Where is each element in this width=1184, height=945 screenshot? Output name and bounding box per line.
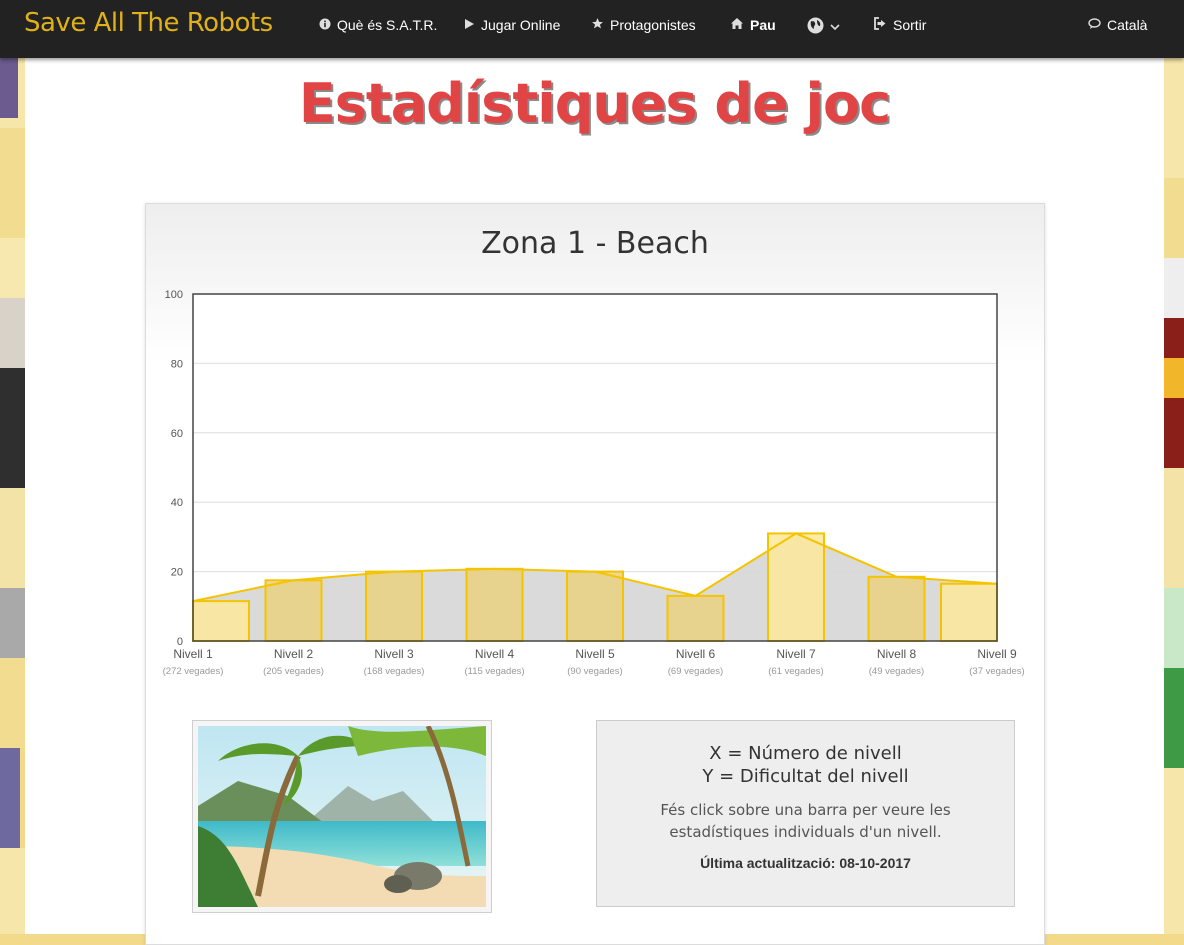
x-tick-label: Nivell 5	[575, 647, 615, 661]
zone-stats-panel: Zona 1 - Beach 0 20 40 60 80 100 Nivell 1 (272 …	[145, 203, 1045, 945]
chart-bar[interactable]	[867, 575, 926, 642]
x-tick-label: Nivell 2	[274, 647, 314, 661]
x-tick-sublabel: (272 vegades)	[163, 666, 224, 677]
nav-item-language-globe[interactable]	[807, 17, 840, 37]
chart-bar[interactable]	[365, 570, 423, 643]
page-title: Estadístiques de joc	[298, 72, 891, 135]
x-tick-sublabel: (115 vegades)	[464, 666, 524, 677]
nav-item-play-online[interactable]: Jugar Online	[464, 17, 560, 33]
chart-bar[interactable]	[192, 600, 250, 642]
x-tick-sublabel: (90 vegades)	[567, 666, 622, 677]
x-tick-label: Nivell 9	[977, 647, 1017, 661]
left-decoration-strip	[0, 58, 25, 934]
x-tick-label: Nivell 1	[173, 647, 213, 661]
right-decoration-strip	[1164, 58, 1184, 934]
x-tick-label: Nivell 6	[676, 647, 716, 661]
chart-bar[interactable]	[666, 594, 725, 643]
chart-bar[interactable]	[767, 532, 825, 642]
x-tick-sublabel: (61 vegades)	[768, 666, 823, 677]
nav-item-label: Pau	[750, 17, 776, 33]
x-tick-label: Nivell 8	[877, 647, 917, 661]
y-tick-label: 20	[171, 567, 183, 579]
last-updated-text: Última actualització: 08-10-2017	[700, 855, 911, 871]
x-tick-sublabel: (49 vegades)	[869, 666, 924, 677]
star-icon	[591, 17, 604, 33]
brand-logo-link[interactable]: Save All The Robots	[24, 8, 273, 38]
zone-beach-image	[192, 720, 492, 913]
nav-item-what-is-satr[interactable]: Què és S.A.T.R.	[319, 17, 437, 33]
nav-item-logout[interactable]: Sortir	[873, 17, 926, 33]
x-tick-sublabel: (168 vegades)	[364, 666, 425, 677]
x-tick-label: Nivell 3	[374, 647, 414, 661]
logout-icon	[873, 17, 887, 33]
chevron-down-icon	[830, 20, 840, 34]
info-icon	[319, 18, 331, 33]
y-tick-label: 80	[171, 358, 183, 370]
main-content: Estadístiques de joc Zona 1 - Beach 0 20 4…	[25, 58, 1164, 945]
legend-x-axis-text: X = Número de nivell	[709, 743, 902, 764]
chat-icon	[1088, 17, 1101, 33]
top-navbar: Save All The Robots Què és S.A.T.R. Juga…	[0, 0, 1184, 58]
chart-legend-box: X = Número de nivell Y = Dificultat del …	[596, 720, 1015, 907]
x-tick-sublabel: (205 vegades)	[263, 666, 324, 677]
globe-icon	[807, 17, 824, 37]
home-icon	[730, 17, 744, 33]
y-tick-label: 40	[171, 497, 183, 509]
x-tick-label: Nivell 4	[475, 647, 515, 661]
nav-item-label: Català	[1107, 17, 1148, 33]
nav-item-label: Jugar Online	[481, 17, 561, 33]
x-tick-sublabel: (69 vegades)	[668, 666, 723, 677]
beach-illustration	[198, 726, 486, 907]
y-tick-label: 100	[165, 289, 183, 301]
chart-bar[interactable]	[940, 582, 998, 642]
x-tick-label: Nivell 7	[776, 647, 816, 661]
y-tick-label: 60	[171, 428, 183, 440]
chart-bar[interactable]	[264, 579, 323, 642]
nav-item-user-profile[interactable]: Pau	[730, 17, 776, 33]
legend-hint-text: Fés click sobre una barra per veure les …	[660, 801, 951, 841]
chart-bar[interactable]	[566, 570, 624, 643]
nav-item-label: Sortir	[893, 17, 927, 33]
play-icon	[464, 18, 475, 33]
x-tick-sublabel: (37 vegades)	[969, 666, 1024, 677]
difficulty-bar-chart: 020406080100Nivell 1(272 vegades)Nivell …	[163, 289, 1025, 677]
nav-item-label: Què és S.A.T.R.	[337, 17, 438, 33]
nav-item-protagonists[interactable]: Protagonistes	[591, 17, 696, 33]
nav-item-label: Protagonistes	[610, 17, 696, 33]
nav-item-language-catala[interactable]: Català	[1088, 17, 1147, 33]
legend-y-axis-text: Y = Dificultat del nivell	[702, 766, 909, 787]
chart-bar[interactable]	[465, 567, 524, 643]
